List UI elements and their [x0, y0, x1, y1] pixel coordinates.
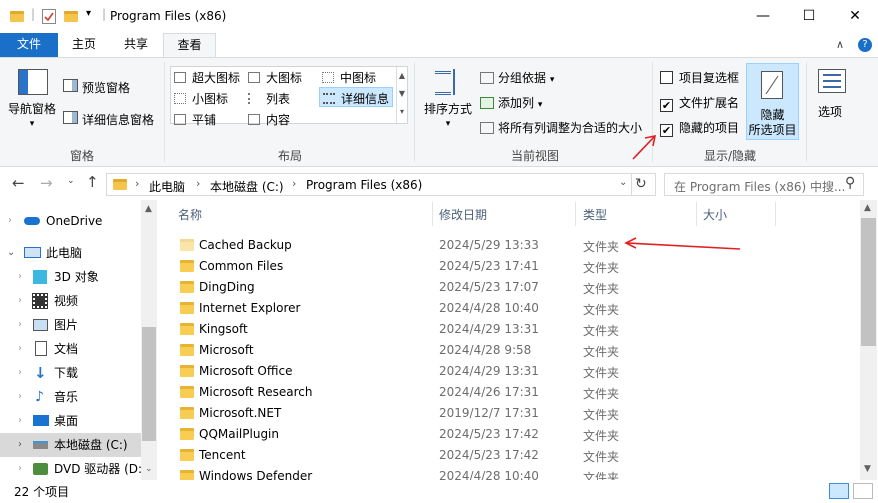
- arrow-to-hidden-items-icon: [632, 134, 657, 160]
- annotation-arrows: [624, 134, 741, 250]
- arrow-to-cached-backup-icon: [624, 237, 741, 250]
